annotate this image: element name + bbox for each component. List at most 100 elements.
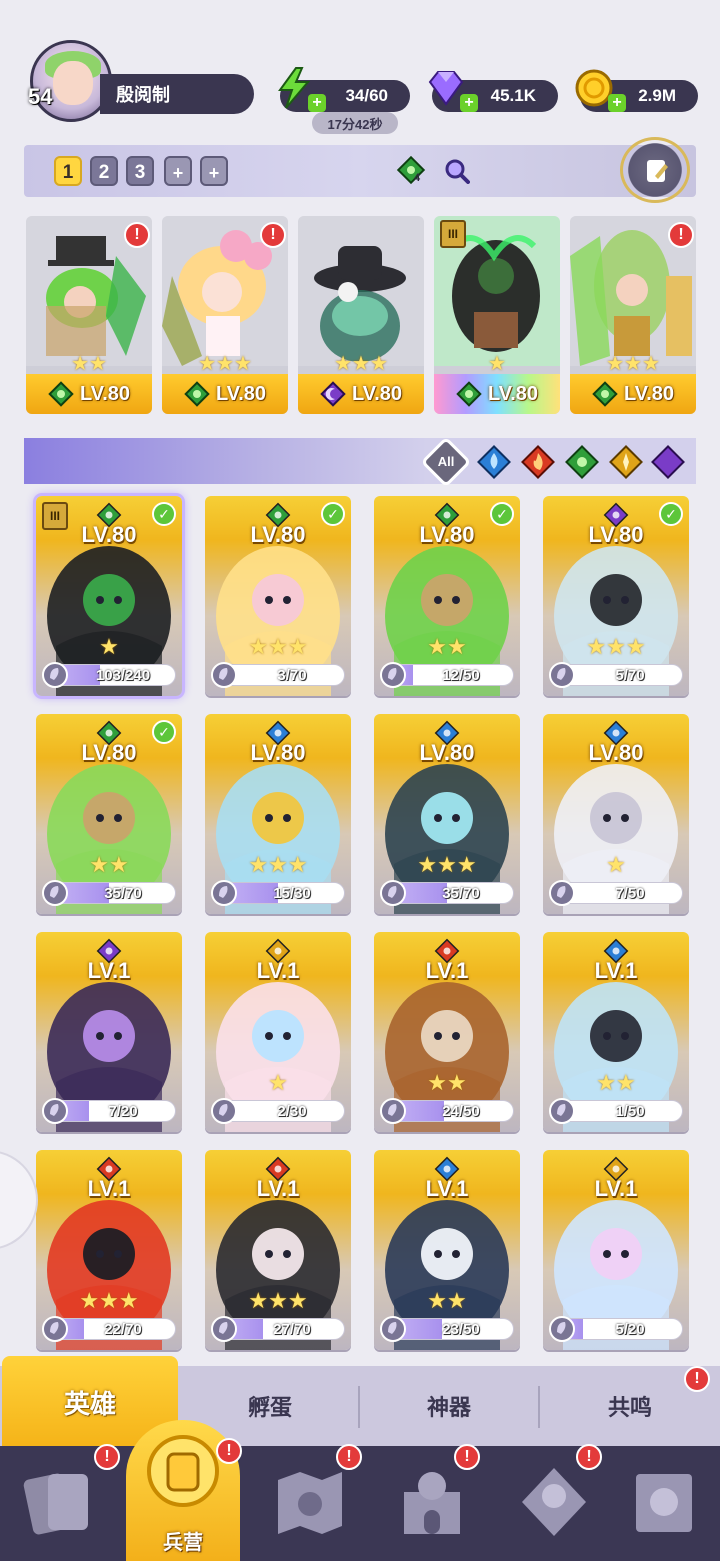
team-tab-1[interactable]: 1	[54, 156, 82, 186]
hero-card[interactable]: LV.80 ★★★ 15/30	[205, 714, 351, 914]
star-rating: ★★	[89, 852, 129, 877]
water-filter-icon[interactable]	[476, 444, 512, 480]
add-stamina-icon[interactable]: +	[308, 94, 326, 112]
stamina-timer: 17分42秒	[312, 112, 398, 134]
nav-guild[interactable]: !	[494, 1444, 614, 1561]
filter-all-button[interactable]: All	[420, 436, 472, 488]
hero-card[interactable]: LV.80 ✓ ★★★ 5/70	[543, 496, 689, 696]
castle-icon	[404, 1472, 460, 1534]
team-tab-add-1[interactable]: +	[164, 156, 192, 186]
alert-icon: !	[576, 1444, 602, 1470]
star-rating: ★★★	[79, 1288, 139, 1313]
stamina-resource[interactable]: + 34/60	[278, 67, 410, 112]
dark-filter-icon[interactable]	[650, 444, 686, 480]
filter-all-label: All	[437, 454, 455, 469]
hero-level: LV.80	[588, 740, 644, 765]
hero-card[interactable]: LV.1 7/20	[36, 932, 182, 1132]
hero-card[interactable]: LV.1 5/20	[543, 1150, 689, 1350]
squad-slot[interactable]: ! ★★★ LV.80	[570, 216, 696, 414]
hero-card[interactable]: LV.80 ★ 7/50	[543, 714, 689, 914]
star-rating: ★★	[71, 353, 107, 375]
star-rating: ★	[606, 852, 626, 877]
nav-castle[interactable]: !	[372, 1444, 492, 1561]
squad-level: LV.80	[351, 382, 403, 405]
star-rating: ★★	[596, 1070, 636, 1095]
hero-level: LV.1	[256, 1176, 300, 1201]
edit-team-button[interactable]	[620, 137, 690, 203]
hero-card[interactable]: LV.80 ★★★ 35/70	[374, 714, 520, 914]
squad-slot[interactable]: ! ★★★ LV.80	[162, 216, 288, 414]
nav-banner[interactable]	[604, 1446, 720, 1561]
avatar-face	[53, 61, 93, 105]
nav-map[interactable]: !	[250, 1444, 370, 1561]
search-icon[interactable]	[444, 158, 470, 184]
shard-count: 5/70	[615, 667, 645, 684]
hero-card[interactable]: LV.1 ★★★ 27/70	[205, 1150, 351, 1350]
hero-card[interactable]: LV.80 ✓ ★★ 35/70	[36, 714, 182, 914]
shard-count: 22/70	[104, 1321, 142, 1338]
wind-gem-icon[interactable]	[396, 155, 426, 185]
shard-count: 7/50	[615, 885, 645, 902]
check-icon: ✓	[659, 502, 683, 526]
shard-icon	[42, 1098, 68, 1124]
stamina-value: 34/60	[345, 86, 388, 105]
star-rating: ★	[488, 353, 506, 375]
hero-card[interactable]: LV.1 ★★ 1/50	[543, 932, 689, 1132]
nav-cards[interactable]: !	[0, 1444, 120, 1561]
shard-count: 35/70	[104, 885, 142, 902]
hero-card[interactable]: LV.1 ★★★ 22/70	[36, 1150, 182, 1350]
shard-count: 3/70	[277, 667, 307, 684]
squad-slot[interactable]: III ★ LV.80	[434, 216, 560, 414]
add-gold-icon[interactable]: +	[608, 94, 626, 112]
player-level: 54	[28, 84, 53, 109]
team-tab-add-2[interactable]: +	[200, 156, 228, 186]
hero-card[interactable]: LV.1 ★★ 24/50	[374, 932, 520, 1132]
shard-icon	[211, 662, 237, 688]
gold-resource[interactable]: + 2.9M	[575, 69, 698, 112]
add-gems-icon[interactable]: +	[460, 94, 478, 112]
wind-element-icon	[592, 381, 618, 407]
star-rating: ★★	[427, 634, 467, 659]
alert-icon: !	[454, 1444, 480, 1470]
banner-icon	[636, 1474, 692, 1532]
shard-icon	[42, 880, 68, 906]
gem-resource[interactable]: + 45.1K	[428, 71, 558, 112]
hero-level: LV.1	[425, 1176, 469, 1201]
squad-slot[interactable]: ★★★ LV.80	[298, 216, 424, 414]
hero-card[interactable]: LV.1 ★ 2/30	[205, 932, 351, 1132]
sub-tab-bar: 英雄 孵蛋 神器 共鸣 !	[0, 1356, 720, 1448]
light-filter-icon[interactable]	[608, 444, 644, 480]
barracks-icon	[147, 1435, 219, 1507]
squad-slot[interactable]: ! ★★ LV.80	[26, 216, 152, 414]
hero-level: LV.80	[81, 740, 137, 765]
hero-grid: LV.80 ✓ III ★ 103/240 LV.80 ✓ ★★★ 3/70 L…	[0, 496, 720, 1356]
hero-card[interactable]: LV.1 ★★ 23/50	[374, 1150, 520, 1350]
hero-level: LV.80	[250, 522, 306, 547]
nav-barracks[interactable]: ! 兵营	[126, 1420, 242, 1561]
team-tab-2[interactable]: 2	[90, 156, 118, 186]
team-tab-3[interactable]: 3	[126, 156, 154, 186]
shard-icon	[549, 1098, 575, 1124]
player-name-bar[interactable]: 殷阅制	[100, 74, 254, 114]
wind-element-icon	[184, 381, 210, 407]
tab-artifacts[interactable]: 神器	[360, 1366, 538, 1446]
alert-icon: !	[336, 1444, 362, 1470]
alert-icon: !	[124, 222, 150, 248]
shard-count: 27/70	[273, 1321, 311, 1338]
squad-level: LV.80	[79, 382, 131, 405]
shard-icon	[549, 1316, 575, 1342]
shard-icon	[549, 662, 575, 688]
hero-card[interactable]: LV.80 ✓ ★★ 12/50	[374, 496, 520, 696]
team-gem-count: 4	[414, 172, 421, 184]
cards-icon	[23, 1473, 88, 1535]
star-rating: ★★★	[606, 353, 660, 375]
check-icon: ✓	[321, 502, 345, 526]
hero-card[interactable]: LV.80 ✓ ★★★ 3/70	[205, 496, 351, 696]
hero-card[interactable]: LV.80 ✓ III ★ 103/240	[36, 496, 182, 696]
star-rating: ★★★	[586, 634, 646, 659]
star-rating: ★★★	[334, 353, 388, 375]
squad-level: LV.80	[215, 382, 267, 405]
shard-icon	[380, 1316, 406, 1342]
wind-filter-icon[interactable]	[564, 444, 600, 480]
fire-filter-icon[interactable]	[520, 444, 556, 480]
